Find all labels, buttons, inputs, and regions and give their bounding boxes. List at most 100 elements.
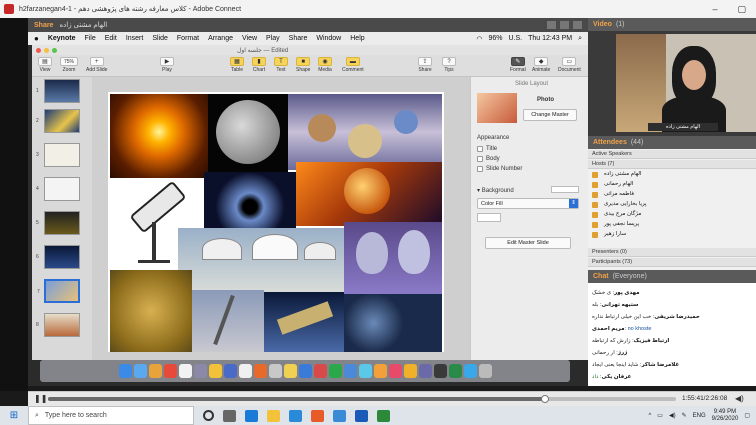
trash-icon[interactable] — [478, 364, 492, 378]
slide-thumb-1[interactable]: 1 — [36, 79, 80, 103]
tool-zoom[interactable]: 75% Zoom — [60, 57, 78, 73]
edge-icon[interactable] — [245, 409, 258, 422]
music-icon[interactable] — [313, 364, 327, 378]
tool-view[interactable]: ▤ View — [38, 57, 52, 73]
input-language[interactable]: ENG — [693, 413, 706, 419]
apple-icon[interactable]: ● — [34, 34, 39, 43]
launchpad-icon[interactable] — [193, 364, 207, 378]
menu-format[interactable]: Format — [177, 35, 199, 42]
messages-icon[interactable] — [358, 364, 372, 378]
menu-edit[interactable]: Edit — [105, 35, 117, 42]
network-icon[interactable]: ▭ — [657, 412, 663, 419]
slide-thumb-2[interactable]: 2 — [36, 109, 80, 133]
slide-thumb-3[interactable]: 3 — [36, 143, 80, 167]
slide-number-checkbox[interactable] — [477, 166, 483, 172]
tool-table[interactable]: ▦ Table — [230, 57, 244, 73]
task-view-icon[interactable] — [223, 409, 236, 422]
close-icon[interactable] — [36, 47, 41, 53]
color-well[interactable] — [477, 213, 501, 222]
menu-arrange[interactable]: Arrange — [208, 35, 233, 42]
tool-tips[interactable]: ? Tips — [442, 57, 456, 73]
windows-start-button[interactable]: ⊞ — [0, 406, 28, 425]
slide-thumb-6[interactable]: 6 — [36, 245, 80, 269]
preview-icon[interactable] — [268, 364, 282, 378]
host-row[interactable]: فاطمه مراتی — [592, 190, 752, 199]
chrome-icon[interactable] — [163, 364, 177, 378]
edit-master-button[interactable]: Edit Master Slide — [485, 237, 571, 249]
menu-insert[interactable]: Insert — [126, 35, 144, 42]
file-explorer-icon[interactable] — [267, 409, 280, 422]
participants-section[interactable]: Participants (73) — [588, 258, 756, 267]
mail-icon[interactable] — [223, 364, 237, 378]
stickies-icon[interactable] — [283, 364, 297, 378]
firefox-icon[interactable] — [311, 409, 324, 422]
presenters-section[interactable]: Presenters (0) — [588, 248, 756, 257]
notes-icon[interactable] — [208, 364, 222, 378]
textedit-icon[interactable] — [238, 364, 252, 378]
downloads-icon[interactable] — [463, 364, 477, 378]
host-row[interactable]: مژگان مرج بیدی — [592, 210, 752, 219]
tool-animate[interactable]: ◆ Animate — [532, 57, 550, 73]
slide-thumb-4[interactable]: 4 — [36, 177, 80, 201]
minimize-button[interactable]: – — [712, 4, 717, 15]
adobe-connect-taskbar-icon[interactable] — [355, 409, 368, 422]
title-checkbox[interactable] — [477, 146, 483, 152]
menu-file[interactable]: File — [84, 35, 95, 42]
menu-window[interactable]: Window — [316, 35, 341, 42]
tool-play[interactable]: ▶ Play — [160, 57, 174, 73]
slide-thumb-5[interactable]: 5 — [36, 211, 80, 235]
active-speakers-row[interactable]: Active Speakers — [588, 150, 756, 159]
media-player-icon[interactable] — [333, 409, 346, 422]
menu-slide[interactable]: Slide — [152, 35, 168, 42]
calendar-icon[interactable] — [178, 364, 192, 378]
vlc-icon[interactable] — [373, 364, 387, 378]
body-checkbox[interactable] — [477, 156, 483, 162]
store-icon[interactable] — [289, 409, 302, 422]
cortana-icon[interactable] — [203, 410, 214, 421]
host-row[interactable]: الهام رحمانی — [592, 180, 752, 189]
chevron-up-icon[interactable]: ^ — [648, 413, 651, 419]
slide-thumb-8[interactable]: 8 — [36, 313, 80, 337]
host-row[interactable]: سارا زهیر — [592, 230, 752, 239]
menu-keynote[interactable]: Keynote — [48, 35, 76, 42]
books-icon[interactable] — [403, 364, 417, 378]
tool-share[interactable]: ⇪ Share — [418, 57, 432, 73]
terminal-icon[interactable] — [433, 364, 447, 378]
options-icon[interactable] — [560, 21, 569, 29]
zoom-icon[interactable] — [52, 47, 57, 53]
tool-add-slide[interactable]: + Add Slide — [86, 57, 107, 73]
host-row[interactable]: الهام مشتی زاده — [592, 170, 752, 179]
menu-view[interactable]: View — [242, 35, 257, 42]
finder-icon[interactable] — [118, 364, 132, 378]
menu-share[interactable]: Share — [289, 35, 308, 42]
host-row[interactable]: پریا بخارایی مدیری — [592, 200, 752, 209]
facetime-icon[interactable] — [328, 364, 342, 378]
fullscreen-icon[interactable] — [547, 21, 556, 29]
pages-icon[interactable] — [253, 364, 267, 378]
keynote-icon[interactable] — [298, 364, 312, 378]
excel-taskbar-icon[interactable] — [377, 409, 390, 422]
photos-icon[interactable] — [148, 364, 162, 378]
tool-text[interactable]: T Text — [274, 57, 288, 73]
host-row[interactable]: پریسا نجفی پور — [592, 220, 752, 229]
taskbar-search[interactable]: ⌕ Type here to search — [28, 406, 194, 425]
spotlight-icon[interactable]: ⌕ — [578, 35, 582, 43]
notification-icon[interactable]: ▢ — [744, 412, 750, 419]
slide-photo-collage[interactable] — [108, 92, 444, 352]
hosts-section[interactable]: Hosts (7) — [588, 160, 756, 169]
excel-icon[interactable] — [448, 364, 462, 378]
volume-icon[interactable]: ◀) — [735, 394, 744, 403]
taskbar-clock[interactable]: 9:49 PM 9/26/2020 — [712, 409, 739, 423]
settings-icon[interactable] — [418, 364, 432, 378]
menu-icon[interactable] — [573, 21, 582, 29]
tool-chart[interactable]: ▮ Chart — [252, 57, 266, 73]
menu-help[interactable]: Help — [350, 35, 364, 42]
background-swatch[interactable] — [551, 186, 579, 193]
disclosure-icon[interactable]: ▾ — [477, 188, 480, 194]
tool-shape[interactable]: ■ Shape — [296, 57, 310, 73]
maximize-button[interactable]: ▢ — [737, 4, 746, 15]
tool-format[interactable]: ✎ Format — [510, 57, 526, 73]
fill-type-select[interactable]: Color Fill ⇕ — [477, 198, 579, 209]
tool-comment[interactable]: ▬ Comment — [342, 57, 364, 73]
safari-icon[interactable] — [133, 364, 147, 378]
